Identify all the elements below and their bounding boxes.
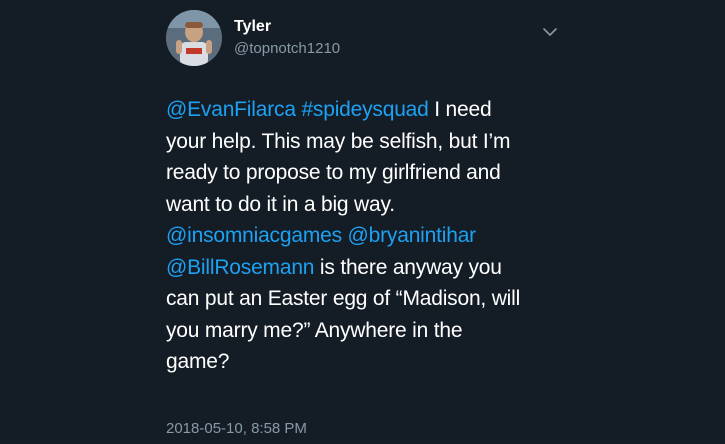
tweet-line: @insomniacgames @bryanintihar — [166, 220, 566, 252]
tweet-card: Tyler @topnotch1210 @EvanFilarca #spidey… — [0, 0, 725, 444]
tweet-timestamp[interactable]: 2018-05-10, 8:58 PM — [166, 420, 307, 438]
tweet-text: @EvanFilarca #spideysquad I need your he… — [166, 94, 566, 378]
user-name[interactable]: Tyler — [234, 18, 271, 36]
mention-link[interactable]: @EvanFilarca — [166, 98, 296, 121]
avatar-photo — [166, 10, 222, 66]
tweet-line: you marry me?” Anywhere in the — [166, 318, 463, 342]
hashtag-link[interactable]: #spideysquad — [301, 98, 428, 121]
tweet-line: game? — [166, 350, 230, 373]
tweet-line: can put an Easter egg of “Madison, will — [166, 287, 521, 310]
mention-link[interactable]: @BillRosemann — [166, 256, 314, 279]
avatar[interactable] — [166, 10, 222, 66]
user-handle[interactable]: @topnotch1210 — [234, 40, 340, 58]
tweet-text-segment: I need — [428, 98, 492, 121]
mention-link[interactable]: @insomniacgames — [166, 224, 342, 247]
tweet-line: @BillRosemann is there anyway you — [166, 252, 566, 284]
tweet-text-segment: is there anyway you — [314, 255, 502, 279]
tweet-line: your help. This may be selfish, but I’m — [166, 129, 511, 153]
chevron-down-icon[interactable] — [540, 22, 560, 42]
tweet-line: ready to propose to my girlfriend and — [166, 161, 501, 184]
tweet-line: want to do it in a big way. — [166, 192, 395, 216]
mention-link[interactable]: @bryanintihar — [348, 224, 477, 247]
tweet-line: @EvanFilarca #spideysquad I need — [166, 94, 566, 126]
